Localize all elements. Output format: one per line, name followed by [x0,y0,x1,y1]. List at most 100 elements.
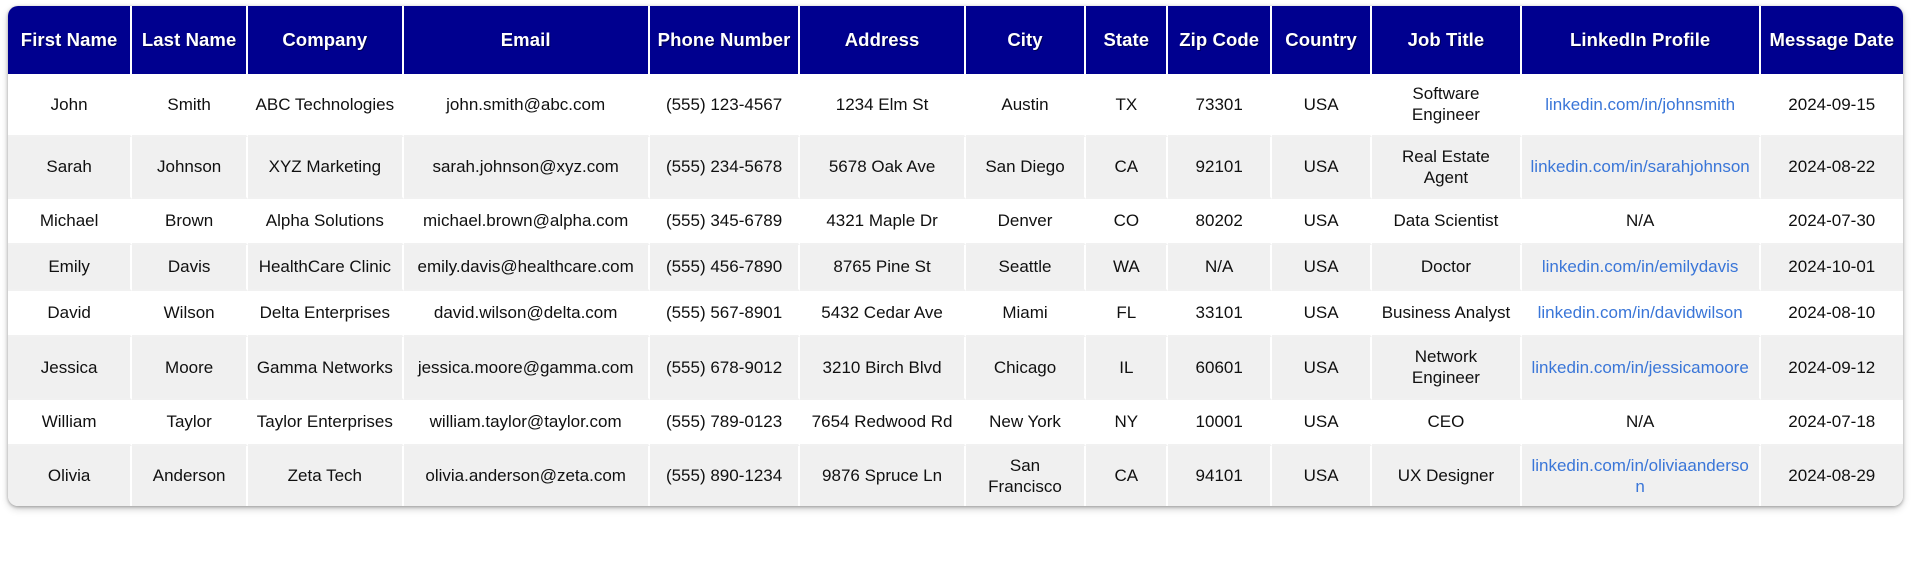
cell-city: Denver [966,199,1087,245]
cell-country: USA [1272,245,1372,291]
column-header-message_date[interactable]: Message Date [1761,6,1903,74]
cell-country: USA [1272,199,1372,245]
cell-company: ABC Technologies [248,74,404,137]
cell-message_date: 2024-07-18 [1761,400,1903,446]
cell-linkedin_profile[interactable]: linkedin.com/in/jessicamoore [1522,337,1761,400]
cell-address: 7654 Redwood Rd [800,400,965,446]
cell-last_name: Davis [132,245,248,291]
header-row: First NameLast NameCompanyEmailPhone Num… [8,6,1903,74]
cell-address: 5432 Cedar Ave [800,291,965,337]
contacts-table-container: First NameLast NameCompanyEmailPhone Num… [0,0,1911,570]
cell-job_title: UX Designer [1372,446,1522,507]
cell-linkedin_profile[interactable]: linkedin.com/in/oliviaanderson [1522,446,1761,507]
cell-country: USA [1272,337,1372,400]
column-header-state[interactable]: State [1086,6,1168,74]
cell-address: 5678 Oak Ave [800,137,965,200]
column-header-zip_code[interactable]: Zip Code [1168,6,1272,74]
table-row[interactable]: DavidWilsonDelta Enterprisesdavid.wilson… [8,291,1903,337]
table-row[interactable]: WilliamTaylorTaylor Enterpriseswilliam.t… [8,400,1903,446]
column-header-first_name[interactable]: First Name [8,6,132,74]
contacts-table: First NameLast NameCompanyEmailPhone Num… [8,6,1903,506]
cell-phone_number: (555) 789-0123 [650,400,801,446]
cell-last_name: Brown [132,199,248,245]
column-header-email[interactable]: Email [404,6,650,74]
cell-country: USA [1272,446,1372,507]
cell-last_name: Wilson [132,291,248,337]
cell-country: USA [1272,291,1372,337]
cell-message_date: 2024-09-12 [1761,337,1903,400]
cell-last_name: Johnson [132,137,248,200]
cell-country: USA [1272,74,1372,137]
cell-last_name: Taylor [132,400,248,446]
linkedin-profile-link[interactable]: linkedin.com/in/emilydavis [1542,257,1739,276]
cell-phone_number: (555) 890-1234 [650,446,801,507]
table-body: JohnSmithABC Technologiesjohn.smith@abc.… [8,74,1903,506]
cell-company: Alpha Solutions [248,199,404,245]
linkedin-profile-link[interactable]: linkedin.com/in/sarahjohnson [1531,157,1750,176]
cell-email: william.taylor@taylor.com [404,400,650,446]
cell-first_name: Michael [8,199,132,245]
table-row[interactable]: EmilyDavisHealthCare Clinicemily.davis@h… [8,245,1903,291]
cell-message_date: 2024-10-01 [1761,245,1903,291]
cell-address: 3210 Birch Blvd [800,337,965,400]
cell-linkedin_profile[interactable]: linkedin.com/in/emilydavis [1522,245,1761,291]
table-row[interactable]: MichaelBrownAlpha Solutionsmichael.brown… [8,199,1903,245]
cell-address: 4321 Maple Dr [800,199,965,245]
column-header-last_name[interactable]: Last Name [132,6,248,74]
cell-phone_number: (555) 123-4567 [650,74,801,137]
cell-zip_code: 60601 [1168,337,1272,400]
cell-company: XYZ Marketing [248,137,404,200]
cell-state: TX [1086,74,1168,137]
cell-first_name: John [8,74,132,137]
table-row[interactable]: SarahJohnsonXYZ Marketingsarah.johnson@x… [8,137,1903,200]
cell-city: San Francisco [966,446,1087,507]
cell-country: USA [1272,400,1372,446]
cell-linkedin_profile[interactable]: linkedin.com/in/johnsmith [1522,74,1761,137]
table-row[interactable]: JohnSmithABC Technologiesjohn.smith@abc.… [8,74,1903,137]
column-header-job_title[interactable]: Job Title [1372,6,1522,74]
cell-message_date: 2024-08-22 [1761,137,1903,200]
table-row[interactable]: OliviaAndersonZeta Techolivia.anderson@z… [8,446,1903,507]
cell-first_name: William [8,400,132,446]
linkedin-profile-link[interactable]: linkedin.com/in/davidwilson [1538,303,1743,322]
cell-state: FL [1086,291,1168,337]
column-header-linkedin_profile[interactable]: LinkedIn Profile [1522,6,1761,74]
cell-email: jessica.moore@gamma.com [404,337,650,400]
cell-first_name: Olivia [8,446,132,507]
cell-state: IL [1086,337,1168,400]
cell-company: Zeta Tech [248,446,404,507]
cell-email: michael.brown@alpha.com [404,199,650,245]
cell-zip_code: 10001 [1168,400,1272,446]
cell-state: WA [1086,245,1168,291]
cell-last_name: Smith [132,74,248,137]
cell-city: Chicago [966,337,1087,400]
cell-state: CA [1086,446,1168,507]
cell-job_title: CEO [1372,400,1522,446]
cell-company: Gamma Networks [248,337,404,400]
linkedin-profile-link[interactable]: linkedin.com/in/oliviaanderson [1531,456,1748,496]
cell-last_name: Moore [132,337,248,400]
cell-zip_code: 33101 [1168,291,1272,337]
linkedin-profile-link[interactable]: linkedin.com/in/johnsmith [1545,95,1735,114]
column-header-company[interactable]: Company [248,6,404,74]
cell-message_date: 2024-07-30 [1761,199,1903,245]
cell-city: Seattle [966,245,1087,291]
cell-city: Miami [966,291,1087,337]
cell-address: 9876 Spruce Ln [800,446,965,507]
column-header-phone_number[interactable]: Phone Number [650,6,801,74]
cell-address: 1234 Elm St [800,74,965,137]
table-row[interactable]: JessicaMooreGamma Networksjessica.moore@… [8,337,1903,400]
cell-zip_code: N/A [1168,245,1272,291]
linkedin-profile-link[interactable]: linkedin.com/in/jessicamoore [1531,358,1748,377]
column-header-city[interactable]: City [966,6,1087,74]
cell-linkedin_profile[interactable]: linkedin.com/in/davidwilson [1522,291,1761,337]
cell-phone_number: (555) 345-6789 [650,199,801,245]
cell-job_title: Data Scientist [1372,199,1522,245]
cell-job_title: Business Analyst [1372,291,1522,337]
column-header-address[interactable]: Address [800,6,965,74]
cell-linkedin_profile[interactable]: linkedin.com/in/sarahjohnson [1522,137,1761,200]
cell-company: Delta Enterprises [248,291,404,337]
column-header-country[interactable]: Country [1272,6,1372,74]
cell-city: Austin [966,74,1087,137]
cell-zip_code: 94101 [1168,446,1272,507]
